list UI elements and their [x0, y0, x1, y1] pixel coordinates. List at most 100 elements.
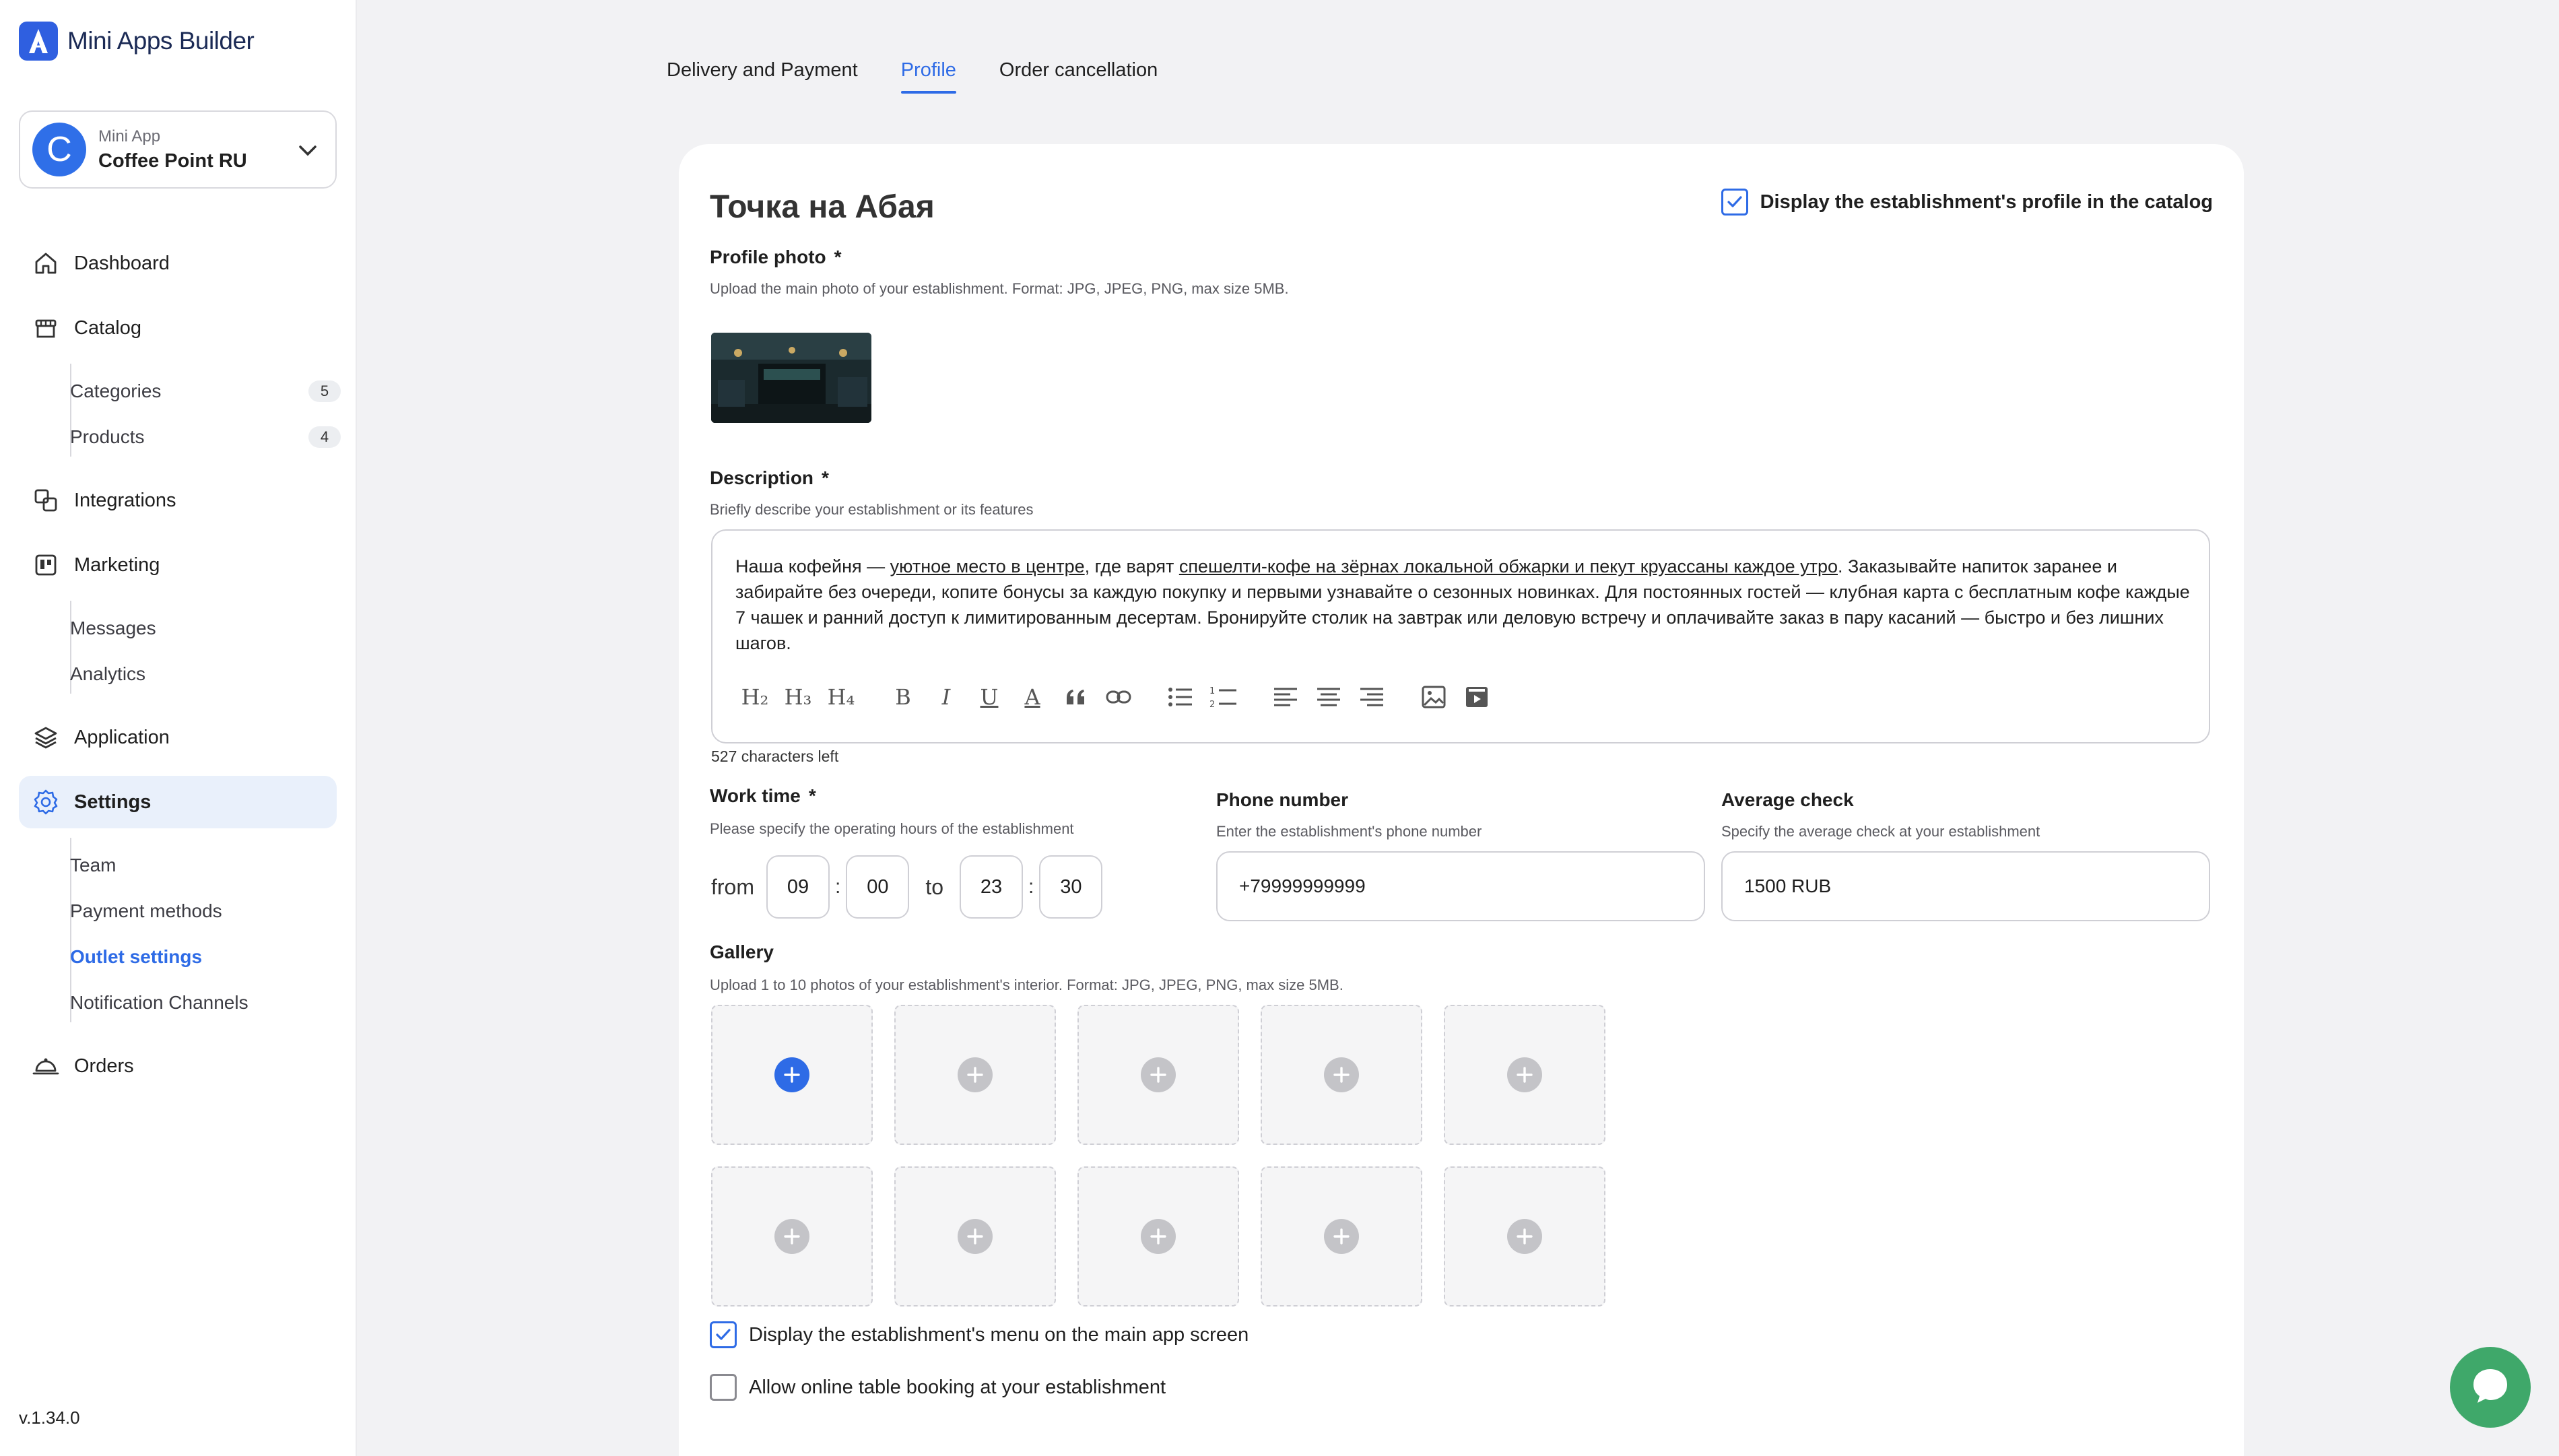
work-time-inputs: from 09 : 00 to 23 : 30	[711, 855, 1103, 919]
tab-delivery-payment[interactable]: Delivery and Payment	[667, 59, 858, 94]
sidebar-item-marketing[interactable]: Marketing	[19, 539, 337, 591]
sidebar-item-label: Catalog	[74, 317, 141, 339]
add-photo-icon[interactable]	[1324, 1057, 1359, 1092]
insert-image-icon[interactable]	[1418, 682, 1449, 713]
sidebar-item-label: Messages	[70, 618, 156, 638]
add-photo-icon[interactable]	[1141, 1057, 1176, 1092]
sidebar-item-messages[interactable]: Messages	[70, 611, 346, 645]
to-minute-input[interactable]: 30	[1039, 855, 1103, 919]
sidebar-item-payment-methods[interactable]: Payment methods	[70, 894, 346, 928]
brand-name: Mini Apps Builder	[67, 27, 255, 55]
link-icon[interactable]	[1103, 682, 1134, 713]
text-color-button[interactable]: A	[1017, 682, 1048, 713]
brand-logo[interactable]: Mini Apps Builder	[19, 22, 255, 61]
sidebar-item-label: Outlet settings	[70, 946, 203, 967]
sidebar-item-dashboard[interactable]: Dashboard	[19, 237, 337, 290]
sidebar-item-analytics[interactable]: Analytics	[70, 657, 346, 691]
sidebar-item-catalog[interactable]: Catalog	[19, 302, 337, 354]
cloche-icon	[31, 1051, 61, 1081]
checkbox-checked-icon[interactable]	[1721, 189, 1748, 216]
gallery-upload-slot[interactable]	[1261, 1166, 1422, 1306]
page-title: Точка на Абая	[710, 189, 935, 225]
chevron-down-icon[interactable]	[296, 139, 319, 165]
align-left-icon[interactable]	[1270, 682, 1301, 713]
gallery-upload-slot[interactable]	[711, 1166, 873, 1306]
sidebar-item-application[interactable]: Application	[19, 711, 337, 764]
gallery-upload-slot[interactable]	[1261, 1005, 1422, 1145]
logo-icon	[19, 22, 58, 61]
gallery-upload-slot[interactable]	[894, 1166, 1056, 1306]
insert-video-icon[interactable]	[1461, 682, 1492, 713]
from-minute-input[interactable]: 00	[846, 855, 910, 919]
from-hour-input[interactable]: 09	[766, 855, 830, 919]
align-right-icon[interactable]	[1356, 682, 1387, 713]
add-photo-icon[interactable]	[774, 1219, 809, 1254]
heading-2-button[interactable]: H₂	[739, 682, 770, 713]
gallery-upload-slot[interactable]	[1444, 1005, 1605, 1145]
add-photo-icon[interactable]	[958, 1057, 993, 1092]
checkbox-checked-icon[interactable]	[710, 1321, 737, 1348]
gallery-upload-slot[interactable]	[1444, 1166, 1605, 1306]
quote-icon[interactable]	[1060, 682, 1091, 713]
sidebar-item-label: Team	[70, 855, 117, 875]
work-time-hint: Please specify the operating hours of th…	[710, 820, 1074, 837]
checkbox-label: Display the establishment's profile in t…	[1760, 191, 2213, 213]
italic-button[interactable]: I	[931, 682, 962, 713]
description-text[interactable]: Наша кофейня — уютное место в центре, гд…	[735, 554, 2190, 656]
tab-order-cancellation[interactable]: Order cancellation	[999, 59, 1158, 94]
add-photo-icon[interactable]	[1507, 1057, 1542, 1092]
bold-button[interactable]: B	[888, 682, 919, 713]
checkbox-unchecked-icon[interactable]	[710, 1374, 737, 1401]
average-check-input[interactable]: 1500 RUB	[1721, 851, 2210, 921]
heading-3-button[interactable]: H₃	[783, 682, 813, 713]
gallery-upload-slot[interactable]	[1077, 1005, 1239, 1145]
gallery-upload-slot[interactable]	[711, 1005, 873, 1145]
sidebar-item-label: Notification Channels	[70, 992, 248, 1013]
add-photo-icon[interactable]	[958, 1219, 993, 1254]
align-center-icon[interactable]	[1313, 682, 1344, 713]
sidebar-item-orders[interactable]: Orders	[19, 1040, 337, 1092]
phone-input[interactable]: +79999999999	[1216, 851, 1705, 921]
table-booking-checkbox[interactable]: Allow online table booking at your estab…	[710, 1374, 1166, 1401]
settings-tabs: Delivery and Payment Profile Order cance…	[667, 59, 1201, 94]
bullet-list-icon[interactable]	[1165, 682, 1196, 713]
description-editor[interactable]: Наша кофейня — уютное место в центре, гд…	[711, 529, 2210, 743]
time-separator: :	[835, 875, 841, 898]
sidebar-item-settings[interactable]: Settings	[19, 776, 337, 828]
support-chat-button[interactable]	[2450, 1347, 2531, 1428]
add-photo-icon[interactable]	[1141, 1219, 1176, 1254]
svg-text:1: 1	[1209, 686, 1215, 696]
to-hour-input[interactable]: 23	[960, 855, 1024, 919]
add-photo-icon[interactable]	[1324, 1219, 1359, 1254]
catalog-visibility-checkbox[interactable]: Display the establishment's profile in t…	[1721, 189, 2213, 216]
characters-left: 527 characters left	[711, 748, 839, 765]
gallery-upload-slot[interactable]	[894, 1005, 1056, 1145]
app-avatar: C	[32, 123, 86, 176]
heading-4-button[interactable]: H₄	[826, 682, 857, 713]
sidebar-item-notification-channels[interactable]: Notification Channels	[70, 986, 346, 1020]
from-label: from	[711, 874, 754, 899]
profile-photo-hint: Upload the main photo of your establishm…	[710, 280, 1289, 297]
sidebar-item-team[interactable]: Team	[70, 849, 346, 882]
add-photo-icon[interactable]	[774, 1057, 809, 1092]
sidebar-item-outlet-settings[interactable]: Outlet settings	[70, 940, 346, 974]
sidebar-item-products[interactable]: Products 4	[70, 420, 346, 454]
menu-display-checkbox[interactable]: Display the establishment's menu on the …	[710, 1321, 1249, 1348]
profile-photo-thumbnail[interactable]	[711, 333, 871, 423]
gear-icon	[31, 787, 61, 817]
gallery-upload-slot[interactable]	[1077, 1166, 1239, 1306]
add-photo-icon[interactable]	[1507, 1219, 1542, 1254]
checkbox-label: Allow online table booking at your estab…	[749, 1376, 1166, 1398]
sidebar-item-categories[interactable]: Categories 5	[70, 374, 346, 408]
underline-button[interactable]: U	[974, 682, 1005, 713]
sidebar-item-integrations[interactable]: Integrations	[19, 474, 337, 527]
gallery-hint: Upload 1 to 10 photos of your establishm…	[710, 977, 1343, 993]
checkbox-label: Display the establishment's menu on the …	[749, 1323, 1249, 1346]
phone-label: Phone number	[1216, 789, 1349, 810]
app-switcher[interactable]: C Mini App Coffee Point RU	[19, 110, 337, 189]
sidebar-item-label: Orders	[74, 1055, 134, 1077]
sidebar-item-label: Products	[70, 426, 145, 447]
numbered-list-icon[interactable]: 12	[1208, 682, 1239, 713]
count-badge: 5	[308, 380, 341, 402]
tab-profile[interactable]: Profile	[900, 59, 957, 94]
